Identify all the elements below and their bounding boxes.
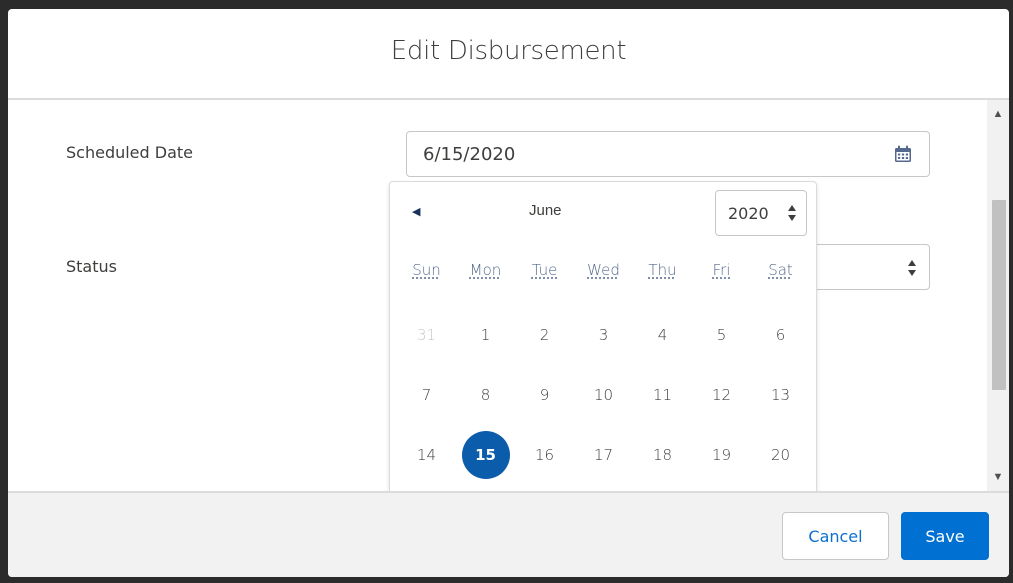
calendar-day[interactable]: 20: [751, 425, 810, 485]
scheduled-date-input[interactable]: 6/15/2020: [406, 131, 930, 177]
select-arrows-icon: [908, 260, 916, 276]
calendar-day[interactable]: 12: [692, 365, 751, 425]
calendar-day[interactable]: 6: [751, 305, 810, 365]
edit-disbursement-modal: Edit Disbursement Scheduled Date 6/15/20…: [8, 9, 1009, 577]
chevron-left-icon[interactable]: ◀: [412, 204, 428, 220]
year-value: 2020: [728, 204, 769, 223]
date-picker-dropdown: ◀ June 2020 Sun Mon Tue Wed Thu Fri Sat 31 1 2 3 4 5…: [389, 181, 817, 492]
calendar-day[interactable]: 14: [397, 425, 456, 485]
modal-footer: Cancel Save: [8, 491, 1009, 577]
calendar-day[interactable]: 18: [633, 425, 692, 485]
calendar-day[interactable]: 4: [633, 305, 692, 365]
calendar-day[interactable]: 19: [692, 425, 751, 485]
calendar-day[interactable]: 11: [633, 365, 692, 425]
calendar-day-selected[interactable]: 15: [456, 425, 515, 485]
weekday-header: Tue: [531, 261, 558, 279]
modal-header: Edit Disbursement: [8, 9, 1009, 100]
year-select[interactable]: 2020: [715, 190, 807, 236]
calendar-day[interactable]: 13: [751, 365, 810, 425]
calendar-day[interactable]: 16: [515, 425, 574, 485]
calendar-day[interactable]: 7: [397, 365, 456, 425]
cancel-button[interactable]: Cancel: [782, 512, 889, 560]
modal-body: Scheduled Date 6/15/2020 Status ▲ ▼ ◀ Ju…: [8, 100, 1009, 492]
select-arrows-icon: [788, 205, 796, 221]
weekday-header: Fri: [712, 261, 731, 279]
weekday-header: Sat: [768, 261, 793, 279]
modal-title: Edit Disbursement: [390, 36, 627, 66]
calendar-day[interactable]: 10: [574, 365, 633, 425]
save-button[interactable]: Save: [901, 512, 989, 560]
status-label: Status: [66, 257, 117, 276]
calendar-day[interactable]: 2: [515, 305, 574, 365]
scheduled-date-value: 6/15/2020: [423, 144, 516, 165]
calendar-day[interactable]: 17: [574, 425, 633, 485]
calendar-day[interactable]: 9: [515, 365, 574, 425]
scroll-thumb[interactable]: [992, 200, 1006, 390]
calendar-month: June: [529, 202, 562, 219]
calendar-grid: Sun Mon Tue Wed Thu Fri Sat 31 1 2 3 4 5 6 7 8 9 10 11 12 13…: [397, 245, 809, 485]
scroll-up-arrow-icon[interactable]: ▲: [987, 104, 1009, 124]
calendar-day[interactable]: 1: [456, 305, 515, 365]
vertical-scrollbar[interactable]: ▲ ▼: [987, 100, 1009, 491]
scheduled-date-label: Scheduled Date: [66, 143, 194, 162]
scroll-down-arrow-icon[interactable]: ▼: [987, 467, 1009, 487]
calendar-icon[interactable]: [893, 144, 913, 164]
weekday-header: Wed: [587, 261, 620, 279]
selected-day-label: 15: [461, 431, 510, 479]
calendar-day[interactable]: 3: [574, 305, 633, 365]
calendar-day[interactable]: 8: [456, 365, 515, 425]
weekday-header: Sun: [412, 261, 441, 279]
calendar-day[interactable]: 31: [397, 305, 456, 365]
weekday-header: Mon: [469, 261, 502, 279]
weekday-header: Thu: [648, 261, 677, 279]
calendar-day[interactable]: 5: [692, 305, 751, 365]
